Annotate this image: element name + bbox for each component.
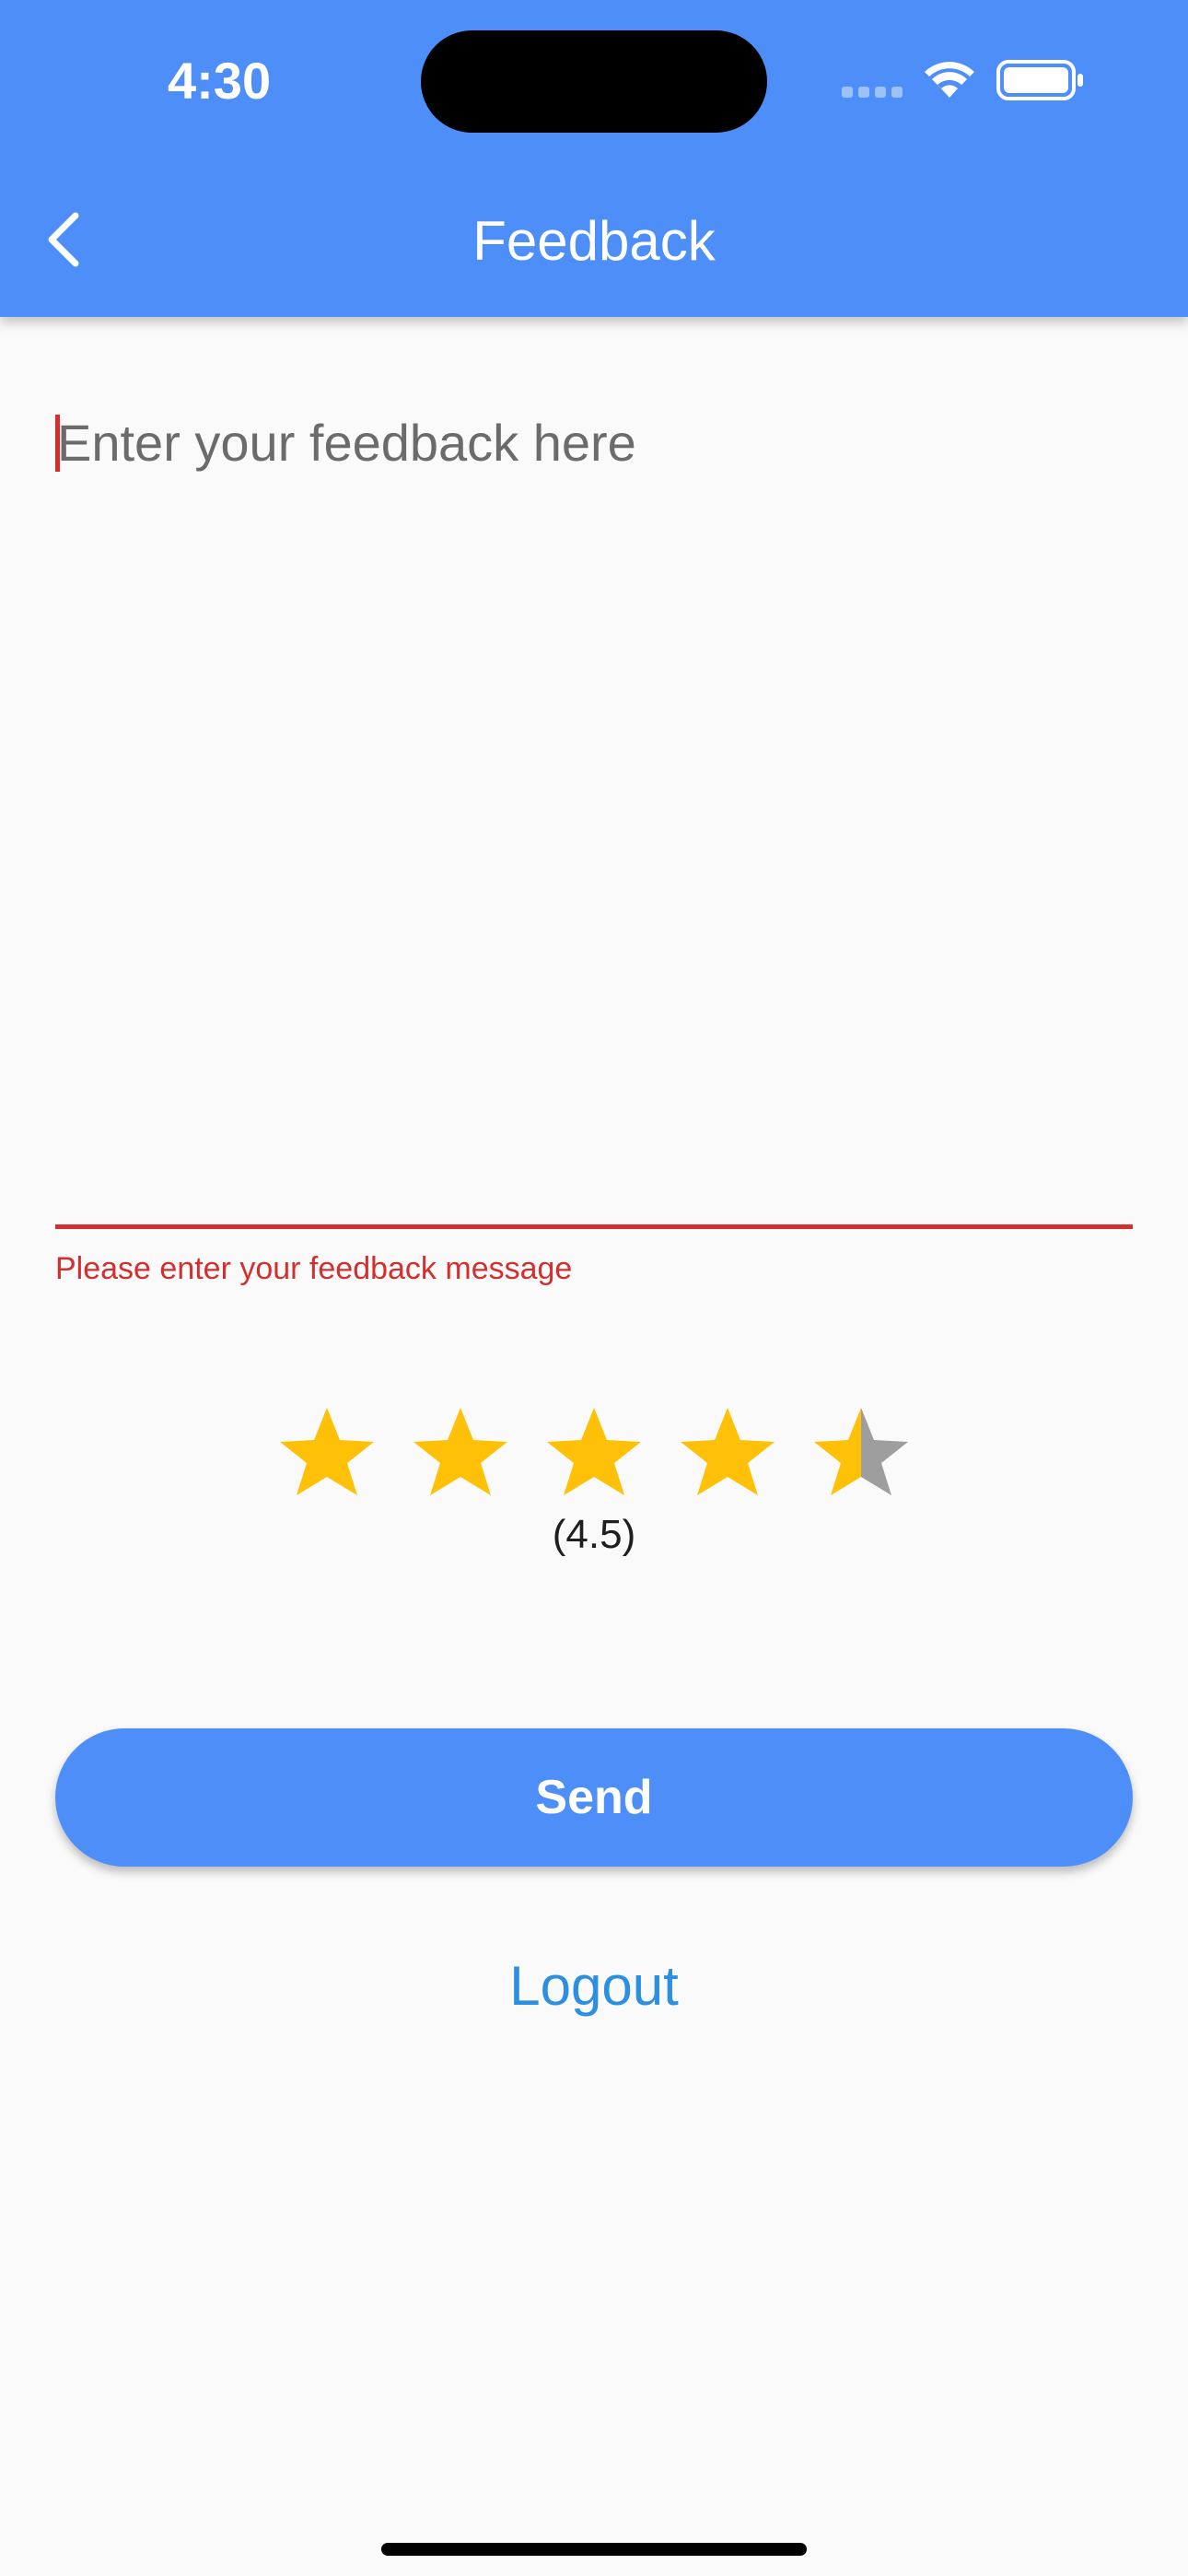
feedback-input[interactable]: Enter your feedback here [55,396,1133,1229]
feedback-input-underline [55,1224,1133,1229]
half-star-icon[interactable] [810,1405,912,1506]
star-icon[interactable] [276,1405,378,1506]
wifi-icon [925,62,974,98]
star-icon[interactable] [410,1405,511,1506]
battery-icon [996,60,1083,100]
feedback-placeholder: Enter your feedback here [57,414,636,472]
page-title: Feedback [472,210,716,272]
star-icon[interactable] [677,1405,778,1506]
send-button[interactable]: Send [55,1728,1133,1867]
status-time: 4:30 [168,52,272,110]
logout-button[interactable]: Logout [0,1950,1188,2023]
feedback-error-message: Please enter your feedback message [55,1251,573,1286]
star-rating[interactable] [276,1405,912,1506]
dynamic-island [421,30,767,133]
app-bar: 4:30 Feedback [0,0,1188,317]
rating-value: (4.5) [552,1512,636,1557]
home-indicator [381,2543,807,2556]
signal-icon [842,87,903,98]
star-icon[interactable] [543,1405,645,1506]
